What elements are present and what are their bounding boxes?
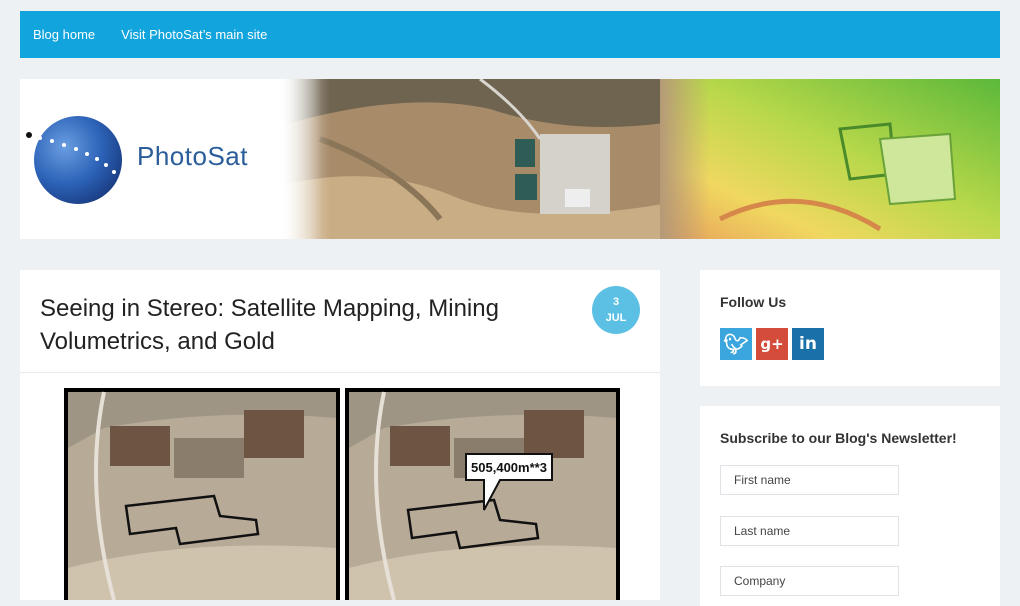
- newsletter-card: Subscribe to our Blog's Newsletter!: [700, 406, 1000, 606]
- first-name-input[interactable]: [720, 465, 899, 495]
- google-plus-icon[interactable]: g+: [756, 328, 788, 360]
- nav-photosat-main-site[interactable]: Visit PhotoSat’s main site: [121, 27, 267, 42]
- volume-callout-text: 505,400m**3: [471, 460, 547, 475]
- twitter-icon[interactable]: 🐦︎: [720, 328, 752, 360]
- blog-post-card: Seeing in Stereo: Satellite Mapping, Min…: [20, 270, 660, 601]
- follow-us-card: Follow Us 🐦︎ g+ in: [700, 270, 1000, 386]
- post-title[interactable]: Seeing in Stereo: Satellite Mapping, Min…: [40, 292, 580, 358]
- header-banner[interactable]: PhotoSat: [20, 79, 1000, 239]
- top-nav: Blog home Visit PhotoSat’s main site: [20, 11, 1000, 58]
- last-name-input[interactable]: [720, 516, 899, 546]
- company-input[interactable]: [720, 566, 899, 596]
- post-figure: 505,400m**3: [64, 388, 620, 605]
- post-divider: [20, 372, 660, 373]
- post-date-badge: 3 JUL: [592, 286, 640, 334]
- volumetrics-satellite-image: 505,400m**3: [64, 388, 620, 601]
- linkedin-icon[interactable]: in: [792, 328, 824, 360]
- photosat-logo-text: PhotoSat: [137, 141, 248, 171]
- follow-us-title: Follow Us: [720, 294, 787, 310]
- social-links: 🐦︎ g+ in: [720, 328, 824, 360]
- newsletter-title: Subscribe to our Blog's Newsletter!: [720, 430, 957, 446]
- nav-blog-home[interactable]: Blog home: [33, 27, 95, 42]
- post-date-day: 3: [612, 296, 620, 308]
- post-date-month: JUL: [605, 312, 627, 324]
